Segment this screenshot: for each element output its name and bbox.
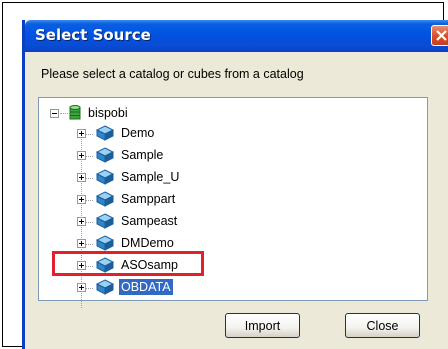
tree-item-sample[interactable]: Sample <box>77 145 165 165</box>
cube-icon <box>96 279 114 295</box>
tree-item-label: DMDemo <box>121 236 174 250</box>
tree-item-label: Sample <box>121 148 164 162</box>
expand-toggle[interactable] <box>77 150 86 160</box>
cube-icon <box>96 147 114 163</box>
tree-root-label: bispobi <box>88 106 128 120</box>
tree-item-demo[interactable]: Demo <box>77 123 156 143</box>
collapse-toggle[interactable] <box>50 108 59 118</box>
red-highlight-annotation <box>52 251 204 276</box>
tree-item-samppart[interactable]: Samppart <box>77 189 177 209</box>
close-button[interactable]: Close <box>345 313 420 338</box>
tree-item-label: Sample_U <box>121 170 180 184</box>
import-button[interactable]: Import <box>225 313 300 338</box>
tree-item-label-selected: OBDATA <box>119 279 173 295</box>
title-bar[interactable]: Select Source <box>25 20 448 52</box>
expand-toggle[interactable] <box>77 282 86 292</box>
database-icon <box>69 105 81 120</box>
tree-item-label: Samppart <box>121 192 176 206</box>
cube-icon <box>96 125 114 141</box>
tree-connector-line <box>60 112 68 114</box>
expand-toggle[interactable] <box>77 172 86 182</box>
tree-item-label: Demo <box>121 126 155 140</box>
cube-icon <box>96 213 114 229</box>
expand-toggle[interactable] <box>77 194 86 204</box>
instruction-text: Please select a catalog or cubes from a … <box>41 67 304 81</box>
title-close-button[interactable] <box>431 25 448 46</box>
close-icon <box>436 30 447 41</box>
cube-icon <box>96 191 114 207</box>
tree-item-sample-u[interactable]: Sample_U <box>77 167 181 187</box>
tree-root-item[interactable]: bispobi <box>50 103 130 123</box>
tree-item-sampeast[interactable]: Sampeast <box>77 211 179 231</box>
tree-item-label: Sampeast <box>121 214 178 228</box>
expand-toggle[interactable] <box>77 216 86 226</box>
select-source-dialog: Select Source Please select a catalog or… <box>22 20 448 349</box>
tree-item-obdata[interactable]: OBDATA <box>77 277 173 297</box>
expand-toggle[interactable] <box>77 128 86 138</box>
cube-icon <box>96 169 114 185</box>
tree-item-dmdemo[interactable]: DMDemo <box>77 233 176 253</box>
dialog-title: Select Source <box>35 26 151 44</box>
expand-toggle[interactable] <box>77 238 86 248</box>
cube-icon <box>96 235 114 251</box>
